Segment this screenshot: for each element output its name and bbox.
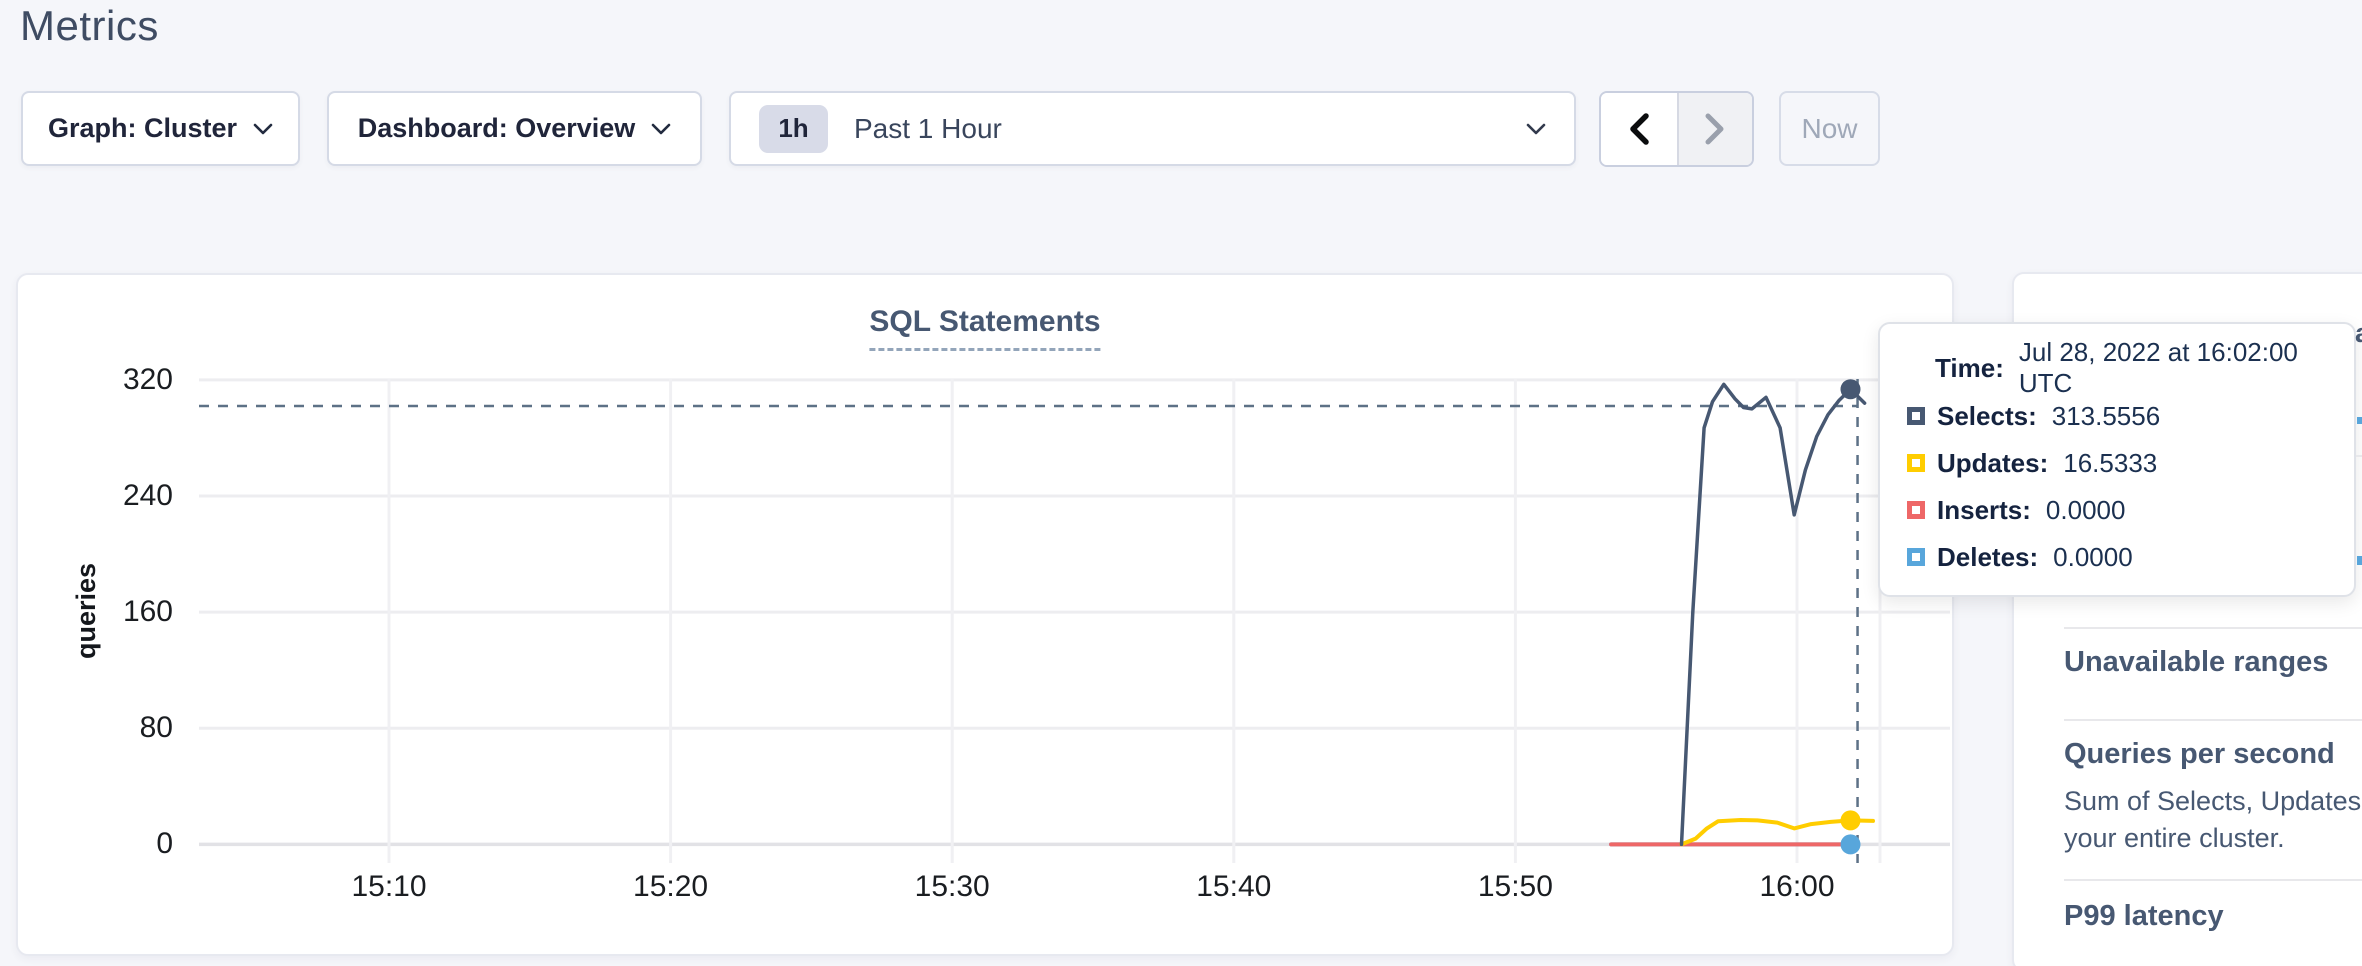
tooltip-series-label: Updates: [1937,448,2048,479]
tooltip-series-label: Inserts: [1937,495,2031,526]
tooltip-time-label: Time: [1935,353,2004,384]
chart-plot-area[interactable] [18,275,1954,956]
chevron-down-icon [651,123,671,135]
tooltip-series-value: 0.0000 [2053,542,2133,573]
selects-legend-swatch-icon [1907,407,1925,425]
selects-line [1682,384,1865,844]
chevron-down-icon [1526,123,1546,135]
tooltip-time-row: Time: Jul 28, 2022 at 16:02:00 UTC [1880,350,2354,386]
deletes-legend-swatch-icon [1907,548,1925,566]
divider [2064,627,2362,629]
y-axis-tick-label: 0 [83,827,173,861]
inserts-legend-swatch-icon [1907,501,1925,519]
sidebar-item-queries-per-second: Queries per second [2064,738,2335,771]
now-button[interactable]: Now [1779,91,1880,166]
time-range-selector[interactable]: 1h Past 1 Hour [729,91,1576,166]
tooltip-series-row: Inserts: 0.0000 [1880,492,2125,528]
dashboard-dropdown-label: Dashboard: Overview [358,113,636,144]
tooltip-series-row: Updates: 16.5333 [1880,445,2157,481]
sidebar-item-description-line: Sum of Selects, Updates, Inser [2064,786,2362,817]
y-axis-tick-label: 80 [83,711,173,745]
tooltip-series-value: 16.5333 [2063,448,2157,479]
occluded-content-fragment [2356,455,2362,457]
chevron-down-icon [253,123,273,135]
x-axis-tick-label: 15:50 [1455,870,1575,904]
occluded-content-fragment [2357,556,2362,565]
x-axis-tick-label: 15:40 [1174,870,1294,904]
tooltip-series-value: 0.0000 [2046,495,2126,526]
prev-time-button[interactable] [1601,93,1677,165]
updates-hover-dot [1841,810,1861,830]
tooltip-series-row: Selects: 313.5556 [1880,398,2160,434]
time-step-button-group [1599,91,1754,167]
tooltip-series-row: Deletes: 0.0000 [1880,539,2133,575]
time-range-badge: 1h [759,105,828,153]
occluded-content-fragment [2357,417,2362,424]
chevron-right-icon [1704,113,1726,145]
tooltip-series-value: 313.5556 [2052,401,2160,432]
next-time-button[interactable] [1677,93,1753,165]
x-axis-tick-label: 15:20 [611,870,731,904]
x-axis-tick-label: 15:30 [892,870,1012,904]
occluded-text-fragment: a [2355,318,2362,350]
tooltip-time-value: Jul 28, 2022 at 16:02:00 UTC [2019,337,2354,399]
sql-statements-chart-card: SQL Statements queries 32024016080015:10… [16,273,1954,956]
divider [2064,719,2362,721]
sidebar-item-description-line: your entire cluster. [2064,823,2285,854]
selects-hover-dot [1841,379,1861,399]
tooltip-series-label: Deletes: [1937,542,2038,573]
y-axis-tick-label: 320 [83,363,173,397]
dashboard-dropdown[interactable]: Dashboard: Overview [327,91,702,166]
chart-hover-tooltip: Time: Jul 28, 2022 at 16:02:00 UTC Selec… [1878,322,2356,597]
time-range-label: Past 1 Hour [854,113,1002,145]
tooltip-series-label: Selects: [1937,401,2037,432]
x-axis-tick-label: 16:00 [1737,870,1857,904]
graph-dropdown-label: Graph: Cluster [48,113,237,144]
divider [2064,879,2362,881]
sidebar-item-p99-latency: P99 latency [2064,900,2224,933]
graph-dropdown[interactable]: Graph: Cluster [21,91,300,166]
chevron-left-icon [1628,113,1650,145]
deletes-hover-dot [1841,834,1861,854]
y-axis-tick-label: 240 [83,479,173,513]
x-axis-tick-label: 15:10 [329,870,449,904]
updates-legend-swatch-icon [1907,454,1925,472]
sidebar-item-unavailable-ranges: Unavailable ranges [2064,646,2328,679]
y-axis-tick-label: 160 [83,595,173,629]
page-title: Metrics [20,2,159,50]
